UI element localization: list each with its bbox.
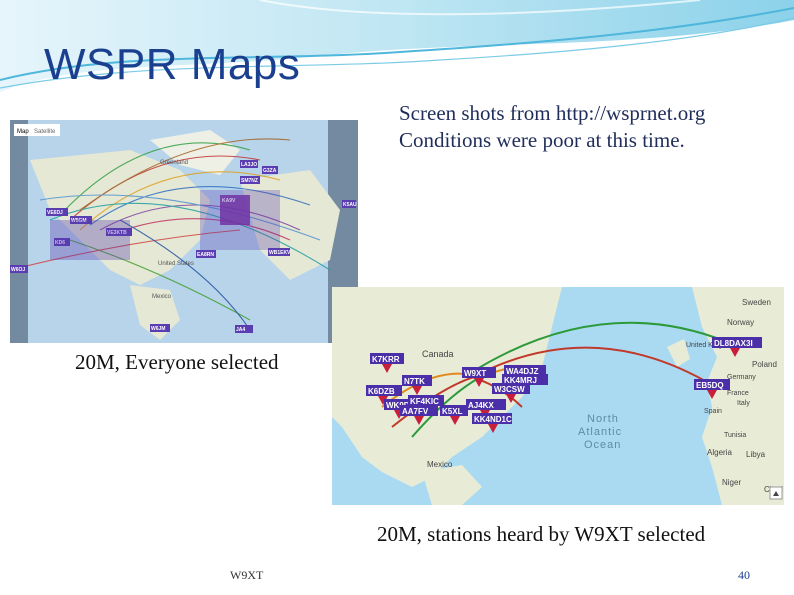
svg-text:W3CSW: W3CSW	[494, 385, 525, 394]
svg-text:KK4MRJ: KK4MRJ	[504, 376, 537, 385]
svg-text:KF4KIC: KF4KIC	[410, 397, 439, 406]
pin-k5au[interactable]: K5AU	[342, 200, 357, 208]
page-number: 40	[738, 568, 750, 582]
svg-text:KK4ND1C: KK4ND1C	[474, 415, 512, 424]
map-everyone-canvas: Map Satellite Greenland United States Me…	[10, 120, 358, 343]
svg-text:DL8DAX3I: DL8DAX3I	[714, 339, 753, 348]
tab-satellite[interactable]: Satellite	[34, 129, 56, 135]
source-caption-line-1: Screen shots from http://wsprnet.org	[399, 101, 706, 125]
label-canada: Canada	[422, 349, 454, 359]
svg-text:JA4: JA4	[236, 327, 245, 333]
label-sweden: Sweden	[742, 298, 771, 307]
label-spain: Spain	[704, 408, 722, 415]
label-united-states: United States	[158, 261, 194, 267]
map-everyone-screenshot: Map Satellite Greenland United States Me…	[10, 120, 358, 343]
label-italy: Italy	[737, 400, 750, 407]
label-north: North	[587, 413, 619, 425]
label-tunisia: Tunisia	[724, 432, 746, 439]
source-caption-line-2: Conditions were poor at this time.	[399, 128, 685, 152]
label-mexico: Mexico	[427, 460, 453, 469]
svg-text:VE6DJ: VE6DJ	[47, 210, 63, 216]
svg-text:LA3JO: LA3JO	[241, 162, 257, 168]
pin-w6jm[interactable]: W6JM	[150, 324, 170, 332]
slide-title: WSPR Maps	[44, 40, 301, 89]
svg-text:EB5DQ: EB5DQ	[696, 381, 724, 390]
pin-ve6dj[interactable]: VE6DJ	[46, 208, 68, 216]
label-poland: Poland	[752, 360, 777, 369]
label-niger: Niger	[722, 478, 741, 487]
label-norway: Norway	[727, 318, 754, 327]
map-w9xt-canvas: Canada Sweden Norway United Kingdom Pola…	[332, 287, 784, 505]
pin-w6oj[interactable]: W6OJ	[10, 265, 28, 273]
svg-text:EA8RN: EA8RN	[197, 252, 214, 258]
svg-text:K5XL: K5XL	[442, 407, 463, 416]
pin-sm7nz[interactable]: SM7NZ	[240, 176, 260, 184]
label-france: France	[727, 390, 749, 397]
label-ocean: Ocean	[584, 439, 621, 451]
pin-ea8rn[interactable]: EA8RN	[196, 250, 216, 258]
label-mexico: Mexico	[152, 294, 172, 300]
map-w9xt-caption: 20M, stations heard by W9XT selected	[377, 522, 706, 546]
svg-text:K6DZB: K6DZB	[368, 387, 395, 396]
map-w9xt-screenshot: Canada Sweden Norway United Kingdom Pola…	[332, 287, 784, 505]
label-algeria: Algeria	[707, 448, 732, 457]
label-germany: Germany	[727, 374, 756, 381]
tab-map[interactable]: Map	[17, 129, 29, 135]
svg-text:WB1EKV: WB1EKV	[269, 250, 291, 256]
pin-kk4mrj[interactable]: KK4MRJ	[502, 374, 548, 385]
pin-g3za[interactable]: G3ZA	[262, 166, 278, 174]
footer-callsign: W9XT	[230, 568, 264, 582]
pin-cluster-europe	[200, 190, 280, 250]
label-libya: Libya	[746, 450, 766, 459]
svg-text:AA7FV: AA7FV	[402, 407, 429, 416]
svg-text:SM7NZ: SM7NZ	[241, 178, 258, 184]
source-caption: Screen shots from http://wsprnet.org Con…	[399, 100, 705, 154]
svg-text:W6JM: W6JM	[151, 326, 165, 332]
map-everyone-caption: 20M, Everyone selected	[75, 350, 279, 374]
pin-la3jo[interactable]: LA3JO	[240, 160, 258, 168]
svg-text:N7TK: N7TK	[404, 377, 425, 386]
pin-cluster-north-america	[50, 220, 130, 260]
svg-text:W6OJ: W6OJ	[11, 267, 25, 273]
label-greenland: Greenland	[160, 160, 188, 166]
svg-text:K5AU: K5AU	[343, 202, 357, 208]
svg-text:AJ4KX: AJ4KX	[468, 401, 494, 410]
svg-text:G3ZA: G3ZA	[263, 168, 277, 174]
pin-ja4[interactable]: JA4	[235, 325, 253, 333]
svg-text:W9XT: W9XT	[464, 369, 486, 378]
svg-text:K7KRR: K7KRR	[372, 355, 400, 364]
label-atlantic: Atlantic	[578, 426, 622, 438]
